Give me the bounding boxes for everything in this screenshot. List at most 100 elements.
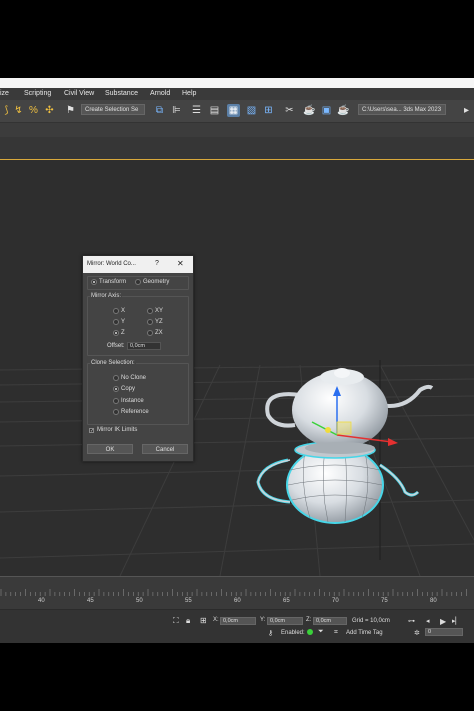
mirror-dialog: Mirror: World Co... ? ✕ Transform Geomet… [82, 255, 194, 462]
edit-named-sel-icon[interactable]: ⚑ [64, 104, 77, 117]
axis-y-label: Y [121, 319, 126, 325]
axis-zx-radio[interactable] [147, 330, 153, 336]
axis-yz-label: YZ [155, 319, 163, 325]
axis-zx-label: ZX [155, 330, 163, 336]
transform-radio[interactable] [91, 279, 97, 285]
mirror-ik-checkbox[interactable]: ✓ [89, 428, 94, 434]
help-button[interactable]: ? [155, 260, 159, 267]
reference-label: Reference [121, 409, 149, 415]
clone-selection-group [87, 363, 189, 425]
instance-label: Instance [121, 398, 144, 404]
project-path-field[interactable]: C:\Users\sea... 3ds Max 2023 [358, 104, 446, 115]
scene-explorer-icon[interactable]: ☰ [190, 104, 203, 117]
add-tag-icon[interactable]: ⌗ [334, 629, 338, 637]
tick-label: 70 [332, 598, 339, 604]
lock-icon[interactable]: 🔒︎ [186, 616, 190, 626]
tick-label: 75 [381, 598, 388, 604]
reference-radio[interactable] [113, 409, 119, 415]
y-coord-label: Y: [260, 617, 266, 623]
play-icon[interactable]: ▶ [440, 617, 446, 626]
tick-label: 40 [38, 598, 45, 604]
mirror-axis-label: Mirror Axis: [90, 293, 122, 299]
letterbox-top [0, 0, 474, 78]
selection-lock-icon[interactable]: ⛶ [173, 616, 179, 626]
z-coord-field[interactable]: 0,0cm [313, 617, 347, 625]
tick-label: 80 [430, 598, 437, 604]
axis-x-radio[interactable] [113, 308, 119, 314]
offset-label: Offset: [107, 343, 125, 349]
key-icon[interactable]: ⚷ [268, 629, 273, 637]
absolute-mode-icon[interactable]: ⊞ [200, 616, 207, 625]
next-frame-icon[interactable]: ▸▏ [452, 617, 461, 625]
no-clone-radio[interactable] [113, 375, 119, 381]
prev-frame-icon[interactable]: ◂ [426, 617, 430, 625]
menu-item-scripting[interactable]: Scripting [24, 90, 51, 97]
copy-radio[interactable] [113, 386, 119, 392]
rendered-frame-icon[interactable]: ▣ [320, 104, 333, 117]
no-clone-label: No Clone [121, 375, 147, 381]
axis-xy-radio[interactable] [147, 308, 153, 314]
axis-z-radio[interactable] [113, 330, 119, 336]
tick-label: 55 [185, 598, 192, 604]
ribbon-bar [0, 123, 474, 137]
selection-set-dropdown[interactable]: Create Selection Se [81, 104, 145, 115]
y-coord-field[interactable]: 0,0cm [267, 617, 303, 625]
enabled-label: Enabled: [281, 630, 305, 636]
percent-snap-icon[interactable]: % [27, 104, 40, 117]
settings-icon[interactable]: ✲ [414, 629, 420, 637]
menu-item-substance[interactable]: Substance [105, 90, 138, 97]
add-time-tag-button[interactable]: Add Time Tag [346, 630, 383, 636]
ok-button[interactable]: OK [87, 444, 133, 454]
axis-y-radio[interactable] [113, 319, 119, 325]
close-button[interactable]: ✕ [177, 259, 184, 268]
window-frame [0, 78, 474, 88]
mirrored-teapot [256, 441, 420, 524]
axis-xy-label: XY [155, 308, 164, 314]
grid-size: Grid = 10,0cm [352, 618, 390, 624]
toggle-ribbon-icon[interactable]: ▦ [227, 104, 240, 117]
cancel-button[interactable]: Cancel [142, 444, 188, 454]
render-icon[interactable]: ☕ [337, 104, 350, 117]
spinner-snap-icon[interactable]: ✣ [43, 104, 56, 117]
x-coord-label: X: [213, 617, 219, 623]
curve-editor-icon[interactable]: ▧ [245, 104, 258, 117]
dialog-title-bar[interactable]: Mirror: World Co... ? ✕ [83, 256, 193, 273]
home-grid [0, 364, 474, 576]
offset-spinner[interactable]: 0,0cm [127, 342, 161, 350]
material-editor-icon[interactable]: ✂ [283, 104, 296, 117]
menu-item-help[interactable]: Help [182, 90, 196, 97]
menu-item-arnold[interactable]: Arnold [150, 90, 170, 97]
render-setup-icon[interactable]: ☕ [303, 104, 316, 117]
enabled-indicator[interactable] [307, 629, 313, 635]
viewport-scene [0, 302, 474, 576]
set-key-icon[interactable]: ⊶ [408, 617, 415, 625]
transform-label: Transform [99, 279, 127, 285]
z-coord-label: Z: [306, 617, 312, 623]
x-coord-field[interactable]: 0,0cm [220, 617, 256, 625]
status-bar: ⛶ 🔒︎ ⊞ X: 0,0cm Y: 0,0cm Z: 0,0cm Grid =… [0, 610, 474, 643]
folder-icon[interactable]: ▸ [460, 104, 473, 117]
geometry-radio[interactable] [135, 279, 141, 285]
tick-label: 50 [136, 598, 143, 604]
tick-label: 45 [87, 598, 94, 604]
timeline-ruler [0, 589, 467, 596]
schematic-view-icon[interactable]: ⊞ [262, 104, 275, 117]
dialog-title: Mirror: World Co... [87, 261, 136, 267]
unlink-icon[interactable]: ↯ [12, 104, 25, 117]
geometry-label: Geometry [143, 279, 170, 285]
perspective-viewport[interactable] [0, 160, 474, 576]
layer-explorer-icon[interactable]: ▤ [208, 104, 221, 117]
mirror-icon[interactable]: ⧉ [153, 104, 166, 117]
current-frame-field[interactable]: 0 [425, 628, 463, 636]
copy-label: Copy [121, 386, 136, 392]
instance-radio[interactable] [113, 398, 119, 404]
tick-label: 60 [234, 598, 241, 604]
menu-bar: ize Scripting Civil View Substance Arnol… [0, 88, 474, 100]
axis-yz-radio[interactable] [147, 319, 153, 325]
menu-item-ize[interactable]: ize [0, 90, 9, 97]
align-icon[interactable]: ⊫ [170, 104, 183, 117]
menu-item-civil-view[interactable]: Civil View [64, 90, 94, 97]
time-tag-icon[interactable]: ⏷ [318, 628, 324, 636]
timeline-track-bar[interactable] [0, 576, 474, 609]
axis-z-label: Z [121, 330, 125, 336]
